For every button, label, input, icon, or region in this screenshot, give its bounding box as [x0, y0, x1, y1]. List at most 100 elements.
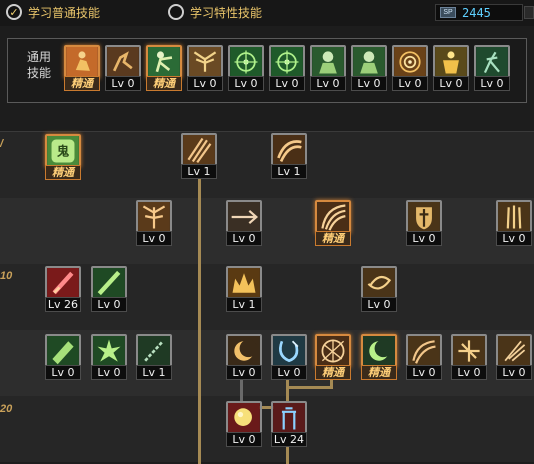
skill-slot[interactable]: Lv 0: [45, 334, 81, 382]
skill-slot[interactable]: Lv 0: [361, 266, 397, 314]
figure-golden-icon[interactable]: [433, 45, 469, 79]
triple-blade-icon[interactable]: [496, 200, 532, 234]
skill-slot[interactable]: Lv 0: [406, 200, 442, 248]
skill-slot[interactable]: Lv 0: [496, 200, 532, 248]
skill-level-badge: Lv 0: [136, 231, 172, 246]
skill-slot[interactable]: Lv 0: [310, 45, 346, 93]
skill-level-badge: Lv 24: [271, 432, 307, 447]
skill-slot[interactable]: Lv 1: [271, 133, 307, 181]
skill-level-badge: Lv 0: [91, 365, 127, 380]
skill-slot[interactable]: Lv 0: [226, 334, 262, 382]
skill-level-badge: Lv 0: [228, 76, 264, 91]
skill-slot[interactable]: Lv 0: [91, 266, 127, 314]
skill-slot[interactable]: Lv 0: [351, 45, 387, 93]
skill-slot[interactable]: Lv 0: [392, 45, 428, 93]
sunburst-icon[interactable]: [315, 334, 351, 368]
skill-slot[interactable]: Lv 0: [406, 334, 442, 382]
green-crescent-icon[interactable]: [361, 334, 397, 368]
skill-slot[interactable]: Lv 0: [91, 334, 127, 382]
tree-band: [0, 198, 534, 264]
figure-sitting-icon[interactable]: [64, 45, 100, 79]
skill-slot[interactable]: 精通: [64, 45, 100, 93]
skill-level-badge: Lv 1: [181, 164, 217, 179]
vortex-icon[interactable]: [392, 45, 428, 79]
crosshair-icon[interactable]: [269, 45, 305, 79]
skill-slot[interactable]: 精通: [315, 200, 351, 248]
crosshair-icon[interactable]: [228, 45, 264, 79]
skill-level-badge: Lv 0: [91, 297, 127, 312]
skill-level-badge: Lv 0: [392, 76, 428, 91]
skill-slot[interactable]: 鬼精通: [45, 134, 81, 182]
figure-helmet-icon[interactable]: [310, 45, 346, 79]
skill-slot[interactable]: 精通: [315, 334, 351, 382]
skill-level-badge: Lv 0: [496, 231, 532, 246]
skill-slot[interactable]: Lv 0: [474, 45, 510, 93]
skill-slot[interactable]: Lv 0: [228, 45, 264, 93]
tab-special-skills[interactable]: 学习特性技能: [168, 3, 262, 21]
thrust-icon[interactable]: [226, 200, 262, 234]
skill-slot[interactable]: Lv 0: [433, 45, 469, 93]
winged-blade-icon[interactable]: [136, 200, 172, 234]
figure-helmet-icon[interactable]: [351, 45, 387, 79]
skill-slot[interactable]: 精通: [361, 334, 397, 382]
checkmark-icon: ✓: [6, 4, 22, 20]
crescent-icon[interactable]: [226, 334, 262, 368]
tab-normal-skills[interactable]: ✓ 学习普通技能: [6, 3, 100, 21]
flame-crown-icon[interactable]: [226, 266, 262, 300]
skill-slot[interactable]: Lv 0: [226, 401, 262, 449]
spiral-blade-icon[interactable]: [361, 266, 397, 300]
arc-slash-icon[interactable]: [271, 133, 307, 167]
sp-slot: [524, 6, 534, 19]
green-blade-icon[interactable]: [91, 266, 127, 300]
tree-connector: [198, 178, 201, 464]
green-burst-icon[interactable]: [91, 334, 127, 368]
blue-hook-icon[interactable]: [271, 334, 307, 368]
skill-level-badge: Lv 0: [474, 76, 510, 91]
skill-slot[interactable]: Lv 1: [181, 133, 217, 181]
skill-slot[interactable]: Lv 0: [496, 334, 532, 382]
claw-slash-icon[interactable]: [181, 133, 217, 167]
skill-level-badge: Lv 0: [496, 365, 532, 380]
radio-empty-icon: [168, 4, 184, 20]
skill-slot[interactable]: Lv 0: [136, 200, 172, 248]
figure-leap-icon[interactable]: [105, 45, 141, 79]
skill-slot[interactable]: Lv 0: [187, 45, 223, 93]
level-mark-20: 20: [0, 403, 13, 415]
skill-window: / 10 20 ✓ 学习普通技能 学习特性技能 SP 2445 通用 技能 精通…: [0, 0, 534, 464]
triple-arc-icon[interactable]: [315, 200, 351, 234]
red-sword-icon[interactable]: [45, 266, 81, 300]
yellow-orb-icon[interactable]: [226, 401, 262, 435]
feather-blade-icon[interactable]: [496, 334, 532, 368]
level-tick-mark: /: [0, 138, 4, 150]
figure-kick-icon[interactable]: [146, 45, 182, 79]
skill-slot[interactable]: Lv 0: [451, 334, 487, 382]
figure-stance-icon[interactable]: [474, 45, 510, 79]
shield-sword-icon[interactable]: [406, 200, 442, 234]
skill-slot[interactable]: Lv 0: [271, 334, 307, 382]
skill-level-badge: Lv 0: [226, 432, 262, 447]
swirl-cut-icon[interactable]: [406, 334, 442, 368]
skill-level-badge: Lv 0: [105, 76, 141, 91]
green-chain-icon[interactable]: [136, 334, 172, 368]
tab-special-label: 学习特性技能: [190, 5, 263, 20]
green-slab-icon[interactable]: [45, 334, 81, 368]
skill-slot[interactable]: 精通: [146, 45, 182, 93]
common-label-line1: 通用: [26, 50, 51, 64]
skill-slot[interactable]: Lv 26: [45, 266, 81, 314]
skill-slot[interactable]: Lv 1: [226, 266, 262, 314]
skill-slot[interactable]: Lv 0: [105, 45, 141, 93]
mastery-badge: 精通: [146, 76, 182, 91]
demon-mask-icon[interactable]: 鬼: [45, 134, 81, 168]
skill-slot[interactable]: Lv 0: [226, 200, 262, 248]
skill-level-badge: Lv 0: [271, 365, 307, 380]
divider: [0, 131, 534, 132]
skill-slot[interactable]: Lv 1: [136, 334, 172, 382]
mastery-badge: 精通: [361, 365, 397, 380]
skill-slot[interactable]: Lv 24: [271, 401, 307, 449]
wings-icon[interactable]: [187, 45, 223, 79]
mastery-badge: 精通: [64, 76, 100, 91]
level-mark-10: 10: [0, 270, 13, 282]
skill-slot[interactable]: Lv 0: [269, 45, 305, 93]
cross-slash-icon[interactable]: [451, 334, 487, 368]
blue-tower-icon[interactable]: [271, 401, 307, 435]
